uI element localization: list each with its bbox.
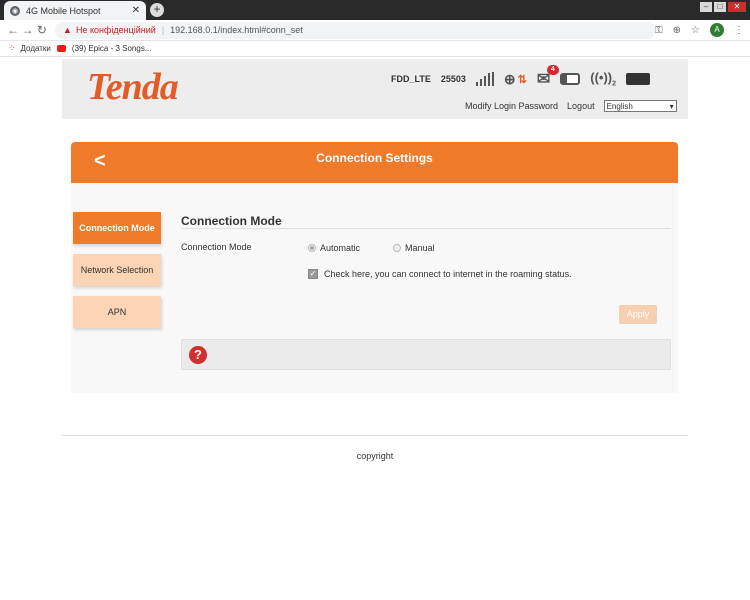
page-title: Connection Settings [316, 151, 433, 165]
wifi-icon: ((•))2 [590, 70, 617, 88]
warning-icon: ▲ [63, 25, 72, 35]
tab-close-icon[interactable]: ✕ [132, 5, 140, 16]
router-header: Tenda FDD_LTE 25503 ⊕ ⇅ ✉ 4 ((•))2 Modify… [62, 59, 688, 119]
signal-icon [475, 72, 494, 86]
sidebar-item-network-selection[interactable]: Network Selection [73, 254, 161, 286]
star-icon[interactable]: ☆ [691, 25, 700, 36]
connection-mode-label: Connection Mode [181, 242, 252, 252]
radio-label-manual: Manual [405, 243, 435, 253]
footer-divider [62, 435, 688, 436]
modify-password-link[interactable]: Modify Login Password [465, 101, 558, 111]
address-bar[interactable]: ▲ Не конфіденційний | 192.168.0.1/index.… [55, 21, 656, 39]
roaming-checkbox[interactable]: ✓ [308, 269, 318, 279]
forward-icon[interactable]: → [20, 23, 34, 37]
mail-icon[interactable]: ✉ 4 [537, 65, 559, 89]
toolbar-actions: ⚿ ⊕ ☆ A ⋮ [655, 23, 744, 37]
wifi-client-count: 2 [612, 80, 617, 88]
network-code: 25503 [440, 74, 466, 84]
url-text: 192.168.0.1/index.html#conn_set [170, 25, 303, 35]
apps-icon: ⁘ [8, 43, 15, 53]
youtube-icon [56, 45, 66, 52]
battery-icon [626, 73, 651, 85]
sidebar-item-apn[interactable]: APN [73, 296, 161, 328]
key-icon[interactable]: ⚿ [655, 25, 663, 36]
roaming-option[interactable]: ✓ Check here, you can connect to interne… [308, 269, 572, 279]
bookmarks-bar: ⁘ Додатки (39) Epica - 3 Songs... [0, 41, 750, 57]
tab-title: 4G Mobile Hotspot [26, 5, 101, 16]
minimize-icon[interactable]: – [700, 2, 712, 12]
address-separator: | [161, 25, 165, 35]
logout-link[interactable]: Logout [567, 101, 595, 111]
maximize-icon[interactable]: □ [714, 2, 726, 12]
section-title: Connection Mode [181, 214, 282, 228]
language-select[interactable]: English ▾ [603, 100, 677, 112]
section-divider [181, 228, 671, 229]
help-box: ? [181, 339, 671, 370]
browser-tab[interactable]: ◉ 4G Mobile Hotspot ✕ [4, 1, 146, 20]
chevron-down-icon: ▾ [669, 101, 674, 111]
radio-dot-automatic[interactable] [308, 244, 316, 252]
zoom-icon[interactable]: ⊕ [673, 25, 681, 36]
globe-icon: ⊕ [503, 70, 516, 87]
radio-label-automatic: Automatic [320, 243, 361, 253]
reload-icon[interactable]: ↻ [35, 23, 49, 37]
radio-dot-manual[interactable] [393, 244, 401, 252]
help-icon[interactable]: ? [189, 346, 207, 364]
message-count-badge: 4 [546, 65, 559, 75]
sim-icon [560, 73, 581, 85]
back-icon[interactable]: ← [6, 23, 20, 37]
bookmark-apps[interactable]: Додатки [21, 44, 51, 53]
language-value: English [606, 101, 633, 111]
browser-tabbar: ◉ 4G Mobile Hotspot ✕ + – □ ✕ [0, 0, 750, 20]
security-status: Не конфіденційний [75, 25, 156, 35]
copyright-text: copyright [356, 451, 394, 461]
sidebar-item-connection-mode[interactable]: Connection Mode [73, 212, 161, 244]
browser-toolbar: ← → ↻ ▲ Не конфіденційний | 192.168.0.1/… [0, 20, 750, 41]
tenda-logo: Tenda [87, 66, 179, 108]
network-name: FDD_LTE [391, 74, 431, 84]
window-close-icon[interactable]: ✕ [728, 2, 746, 12]
radio-automatic[interactable]: Automatic [308, 243, 360, 253]
header-links: Modify Login Password Logout English ▾ [465, 100, 677, 112]
bookmark-epica[interactable]: (39) Epica - 3 Songs... [72, 44, 152, 53]
window-controls: – □ ✕ [700, 2, 746, 12]
page-title-bar: < Connection Settings [71, 142, 678, 183]
radio-manual[interactable]: Manual [393, 243, 435, 253]
menu-icon[interactable]: ⋮ [734, 25, 744, 36]
new-tab-button[interactable]: + [150, 3, 164, 17]
roaming-label: Check here, you can connect to internet … [324, 269, 572, 279]
status-bar: FDD_LTE 25503 ⊕ ⇅ ✉ 4 ((•))2 [391, 65, 651, 89]
apply-button[interactable]: Apply [619, 305, 657, 324]
tab-favicon-icon: ◉ [10, 5, 20, 16]
data-transfer-icon: ⇅ [517, 73, 527, 86]
profile-avatar[interactable]: A [710, 23, 725, 37]
